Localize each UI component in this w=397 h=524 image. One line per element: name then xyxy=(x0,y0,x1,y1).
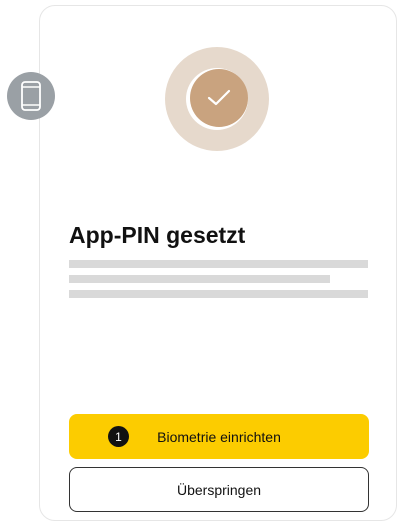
setup-biometrics-label: Biometrie einrichten xyxy=(157,428,281,445)
text-placeholder-line xyxy=(69,260,368,268)
success-indicator xyxy=(165,47,269,151)
skip-label: Überspringen xyxy=(176,481,262,498)
page-title: App-PIN gesetzt xyxy=(69,222,246,248)
skip-button[interactable]: Überspringen xyxy=(69,467,369,512)
screen: App-PIN gesetzt Biometrie einrichten 1 Ü… xyxy=(0,0,397,524)
text-placeholder-line xyxy=(69,290,368,298)
step-number: 1 xyxy=(115,429,122,444)
step-marker: 1 xyxy=(108,426,129,447)
checkmark-icon xyxy=(207,89,231,106)
text-placeholder-line xyxy=(69,275,330,283)
device-badge xyxy=(7,72,55,120)
smartphone-icon xyxy=(21,81,41,111)
success-ring xyxy=(186,68,248,130)
